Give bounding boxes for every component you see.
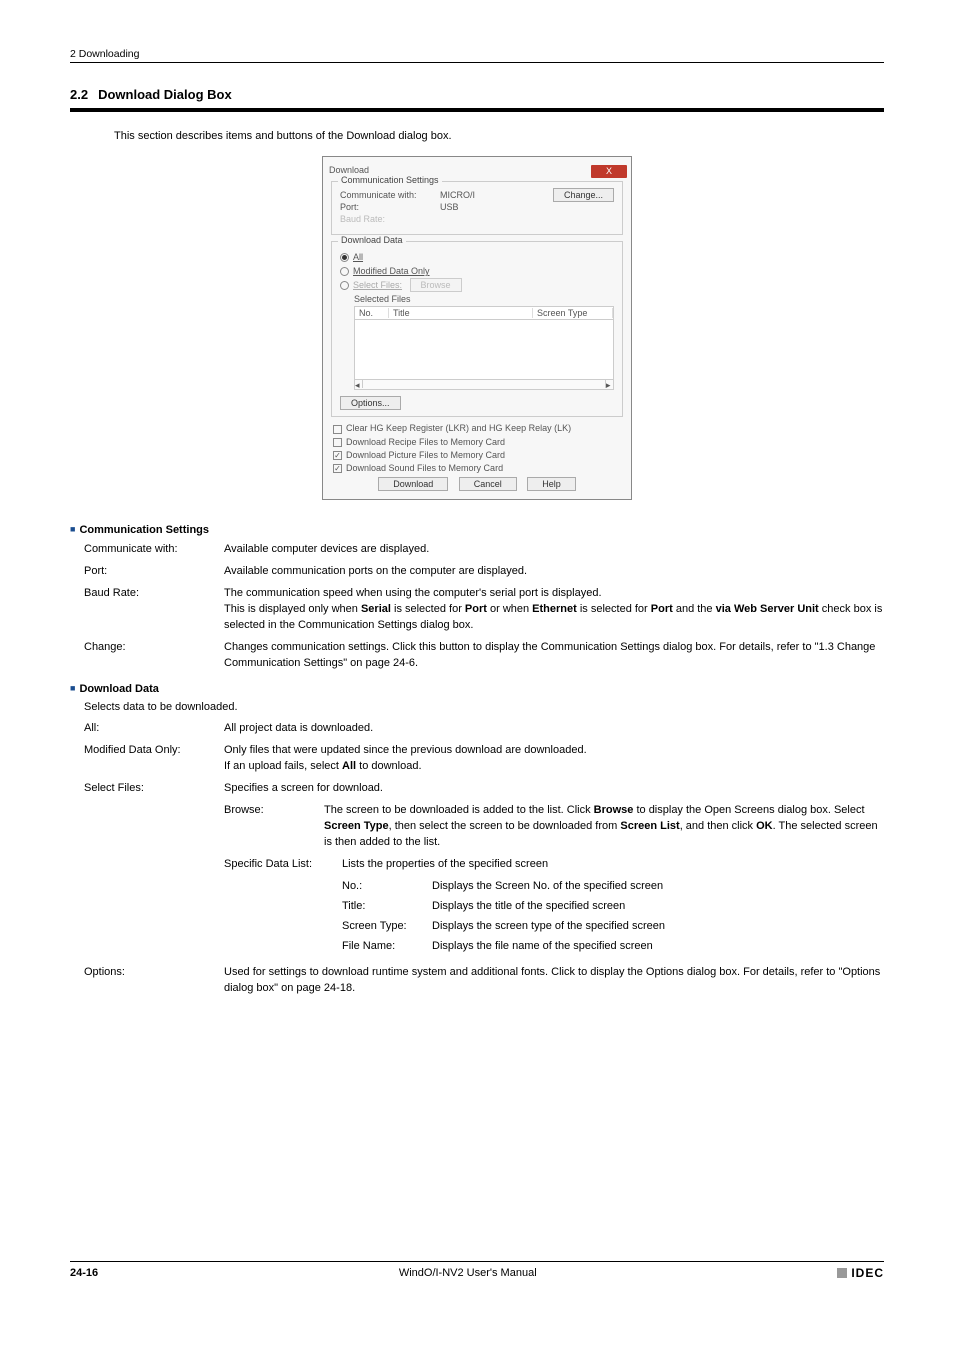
check-sound[interactable]: ✓Download Sound Files to Memory Card <box>333 463 621 473</box>
browse-button: Browse <box>410 278 462 292</box>
selectfiles-value: Specifies a screen for download. Browse:… <box>224 781 884 958</box>
cw-def-value: Available computer devices are displayed… <box>224 542 884 558</box>
all-label: All: <box>84 721 224 737</box>
radio-modified[interactable]: Modified Data Only <box>340 266 614 276</box>
section-intro: This section describes items and buttons… <box>114 130 884 142</box>
cancel-button[interactable]: Cancel <box>459 477 517 491</box>
selectfiles-label: Select Files: <box>84 781 224 958</box>
download-dialog: Download X Communication Settings Commun… <box>322 156 632 500</box>
selected-files-label: Selected Files <box>354 294 614 304</box>
screentype-label: Screen Type: <box>342 919 432 935</box>
page-footer: 24-16 WindO/I-NV2 User's Manual IDEC <box>70 1261 884 1280</box>
title-label: Title: <box>342 899 432 915</box>
baud-def-label: Baud Rate: <box>84 586 224 634</box>
title-value: Displays the title of the specified scre… <box>432 899 884 915</box>
all-value: All project data is downloaded. <box>224 721 884 737</box>
screentype-value: Displays the screen type of the specifie… <box>432 919 884 935</box>
browse-value: The screen to be downloaded is added to … <box>324 803 884 851</box>
speclist-value: Lists the properties of the specified sc… <box>342 857 548 873</box>
modified-value: Only files that were updated since the p… <box>224 743 884 775</box>
options-label: Options: <box>84 965 224 997</box>
browse-label: Browse: <box>224 803 324 851</box>
comm-settings-legend: Communication Settings <box>338 175 442 185</box>
port-label: Port: <box>340 202 440 212</box>
options-value: Used for settings to download runtime sy… <box>224 965 884 997</box>
file-list-body <box>354 320 614 380</box>
speclist-label: Specific Data List: <box>224 857 342 873</box>
cw-value: MICRO/I <box>440 190 475 200</box>
page-number: 24-16 <box>70 1267 98 1279</box>
chapter-header: 2 Downloading <box>70 48 139 60</box>
brand-logo: IDEC <box>837 1266 884 1280</box>
port-value: USB <box>440 202 459 212</box>
manual-title: WindO/I-NV2 User's Manual <box>399 1267 537 1279</box>
check-recipe[interactable]: Download Recipe Files to Memory Card <box>333 437 621 447</box>
scrollbar[interactable]: ◂ ▸ <box>354 380 614 390</box>
file-list-header: No. Title Screen Type <box>354 306 614 320</box>
port-def-value: Available communication ports on the com… <box>224 564 884 580</box>
no-value: Displays the Screen No. of the specified… <box>432 879 884 895</box>
options-button[interactable]: Options... <box>340 396 401 410</box>
modified-label: Modified Data Only: <box>84 743 224 775</box>
change-def-value: Changes communication settings. Click th… <box>224 640 884 672</box>
check-clear[interactable]: Clear HG Keep Register (LKR) and HG Keep… <box>333 423 621 433</box>
change-button[interactable]: Change... <box>553 188 614 202</box>
section-number: 2.2 <box>70 87 88 102</box>
radio-select-files[interactable]: Select Files: Browse <box>340 280 614 290</box>
dd-subtext: Selects data to be downloaded. <box>84 701 884 713</box>
download-data-legend: Download Data <box>338 235 406 245</box>
port-def-label: Port: <box>84 564 224 580</box>
baud-label: Baud Rate: <box>340 214 440 224</box>
baud-def-value: The communication speed when using the c… <box>224 586 884 634</box>
section-title: Download Dialog Box <box>98 87 232 102</box>
help-button[interactable]: Help <box>527 477 576 491</box>
change-def-label: Change: <box>84 640 224 672</box>
check-picture[interactable]: ✓Download Picture Files to Memory Card <box>333 450 621 460</box>
no-label: No.: <box>342 879 432 895</box>
filename-value: Displays the file name of the specified … <box>432 939 884 955</box>
download-data-fieldset: Download Data All Modified Data Only Sel… <box>331 241 623 417</box>
close-icon[interactable]: X <box>591 165 627 178</box>
section-divider <box>70 108 884 112</box>
cw-def-label: Communicate with: <box>84 542 224 558</box>
comm-heading: Communication Settings <box>79 524 209 536</box>
radio-all[interactable]: All <box>340 252 614 262</box>
dd-heading: Download Data <box>79 683 158 695</box>
comm-settings-fieldset: Communication Settings Communicate with:… <box>331 181 623 235</box>
filename-label: File Name: <box>342 939 432 955</box>
cw-label: Communicate with: <box>340 190 440 200</box>
download-button[interactable]: Download <box>378 477 448 491</box>
dialog-title: Download <box>329 165 369 175</box>
